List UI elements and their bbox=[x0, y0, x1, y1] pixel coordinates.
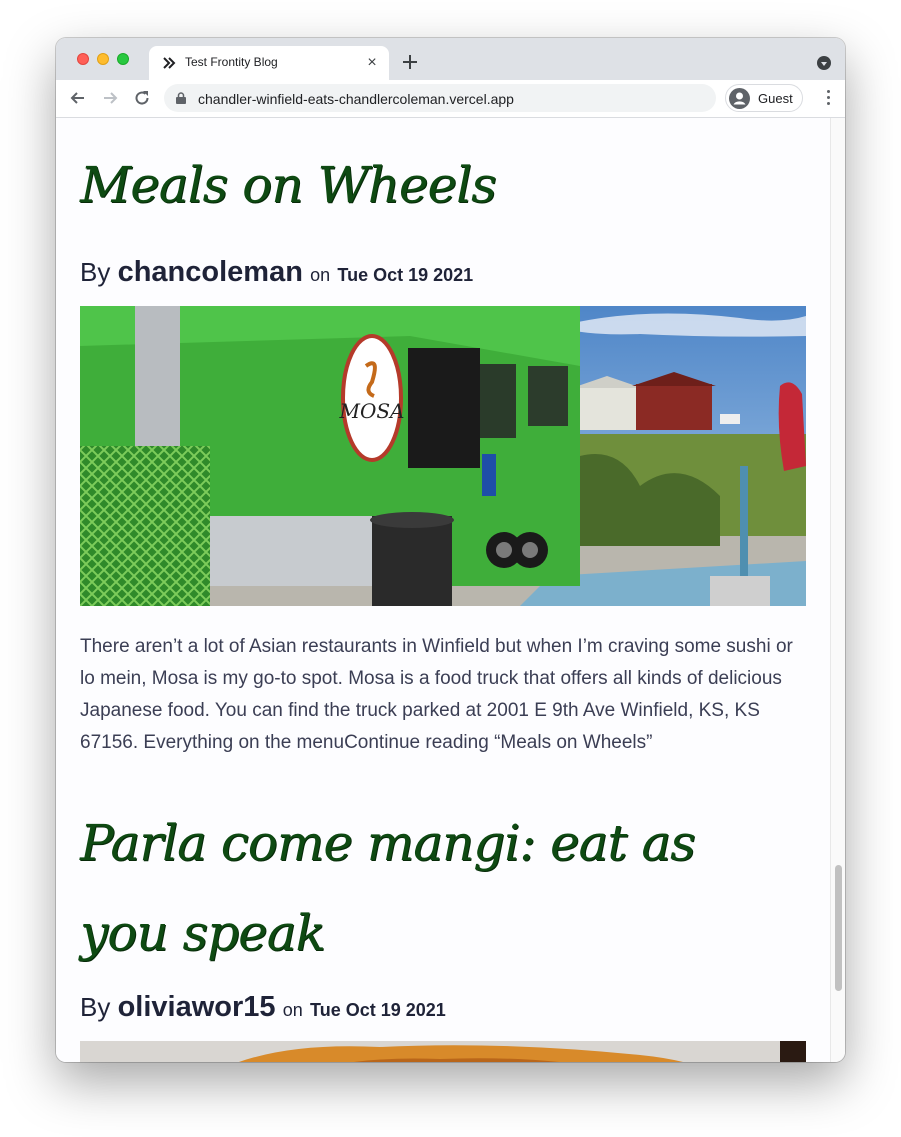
tab-close-icon[interactable]: × bbox=[363, 54, 381, 72]
page-scrollbar[interactable] bbox=[830, 118, 845, 1062]
tab-search-icon[interactable] bbox=[817, 56, 831, 70]
frontity-favicon-icon bbox=[163, 57, 176, 69]
post-title[interactable]: Parla come mangi: eat as you speak bbox=[80, 798, 696, 978]
url-text: chandler-winfield-eats-chandlercoleman.v… bbox=[198, 91, 514, 107]
truck-logo-text: MOSA bbox=[338, 399, 404, 423]
post-byline: By chancoleman on Tue Oct 19 2021 bbox=[80, 256, 473, 289]
back-arrow-icon[interactable] bbox=[68, 88, 88, 108]
post-date: Tue Oct 19 2021 bbox=[310, 1000, 446, 1020]
profile-button[interactable]: Guest bbox=[725, 84, 803, 112]
menu-icon[interactable] bbox=[827, 90, 831, 106]
reload-icon[interactable] bbox=[132, 88, 152, 108]
browser-window: Test Frontity Blog × chandler-winfield-e… bbox=[56, 38, 845, 1062]
lock-icon bbox=[176, 92, 186, 104]
byline-prefix: By bbox=[80, 257, 111, 287]
scrollbar-thumb[interactable] bbox=[835, 865, 842, 991]
window-minimize-button[interactable] bbox=[97, 53, 109, 65]
profile-label: Guest bbox=[758, 91, 793, 106]
post-title[interactable]: Meals on Wheels bbox=[80, 156, 497, 214]
post-featured-image[interactable]: MOSA bbox=[80, 306, 806, 606]
window-close-button[interactable] bbox=[77, 53, 89, 65]
post-title-line: you speak bbox=[80, 904, 326, 962]
new-tab-icon[interactable] bbox=[400, 52, 420, 72]
food-truck-image: MOSA bbox=[80, 306, 806, 606]
window-maximize-button[interactable] bbox=[117, 53, 129, 65]
food-image bbox=[80, 1041, 806, 1062]
byline-on: on bbox=[282, 1000, 303, 1020]
browser-tab[interactable]: Test Frontity Blog × bbox=[149, 46, 389, 80]
tab-title: Test Frontity Blog bbox=[185, 55, 278, 69]
avatar-icon bbox=[729, 88, 750, 109]
tab-strip: Test Frontity Blog × bbox=[56, 38, 845, 80]
browser-toolbar: chandler-winfield-eats-chandlercoleman.v… bbox=[56, 80, 845, 118]
post-byline: By oliviawor15 on Tue Oct 19 2021 bbox=[80, 991, 446, 1024]
author-name[interactable]: chancoleman bbox=[118, 256, 303, 288]
forward-arrow-icon[interactable] bbox=[100, 88, 120, 108]
post-date: Tue Oct 19 2021 bbox=[337, 265, 474, 285]
post-excerpt: There aren’t a lot of Asian restaurants … bbox=[80, 636, 793, 753]
post-featured-image[interactable] bbox=[80, 1041, 806, 1062]
author-name[interactable]: oliviawor15 bbox=[118, 991, 276, 1023]
address-bar[interactable]: chandler-winfield-eats-chandlercoleman.v… bbox=[164, 84, 716, 112]
byline-prefix: By bbox=[80, 992, 111, 1022]
page-content: Meals on Wheels By chancoleman on Tue Oc… bbox=[56, 118, 830, 1062]
post-title-line: Parla come mangi: eat as bbox=[80, 814, 696, 872]
byline-on: on bbox=[310, 265, 331, 285]
